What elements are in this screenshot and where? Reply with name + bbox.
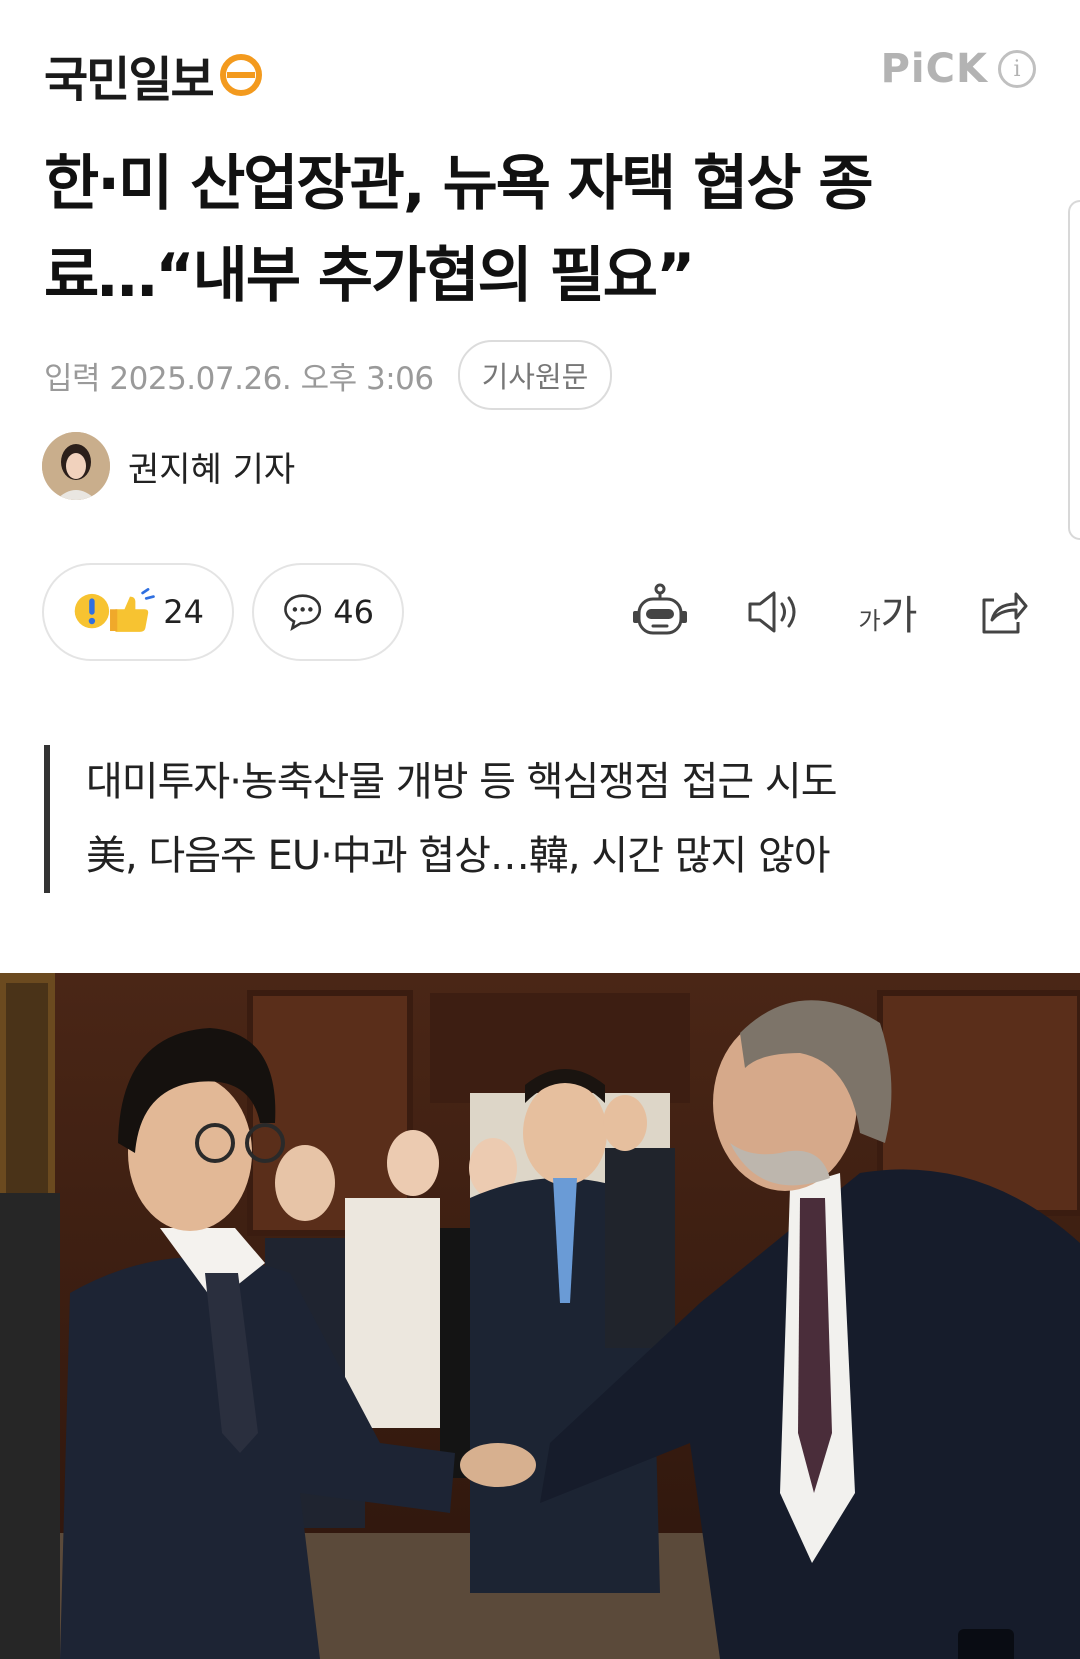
ai-summary-button[interactable] bbox=[626, 578, 694, 646]
pick-badge[interactable]: PiCK i bbox=[881, 46, 1036, 92]
original-article-button[interactable]: 기사원문 bbox=[457, 340, 613, 410]
logo-mark-icon bbox=[219, 54, 262, 96]
ai-robot-icon bbox=[633, 583, 687, 635]
article-title: 한·미 산업장관, 뉴욕 자택 협상 종료…“내부 추가협의 필요” bbox=[44, 149, 874, 311]
reaction-count: 24 bbox=[163, 593, 204, 631]
reporter-name: 권지혜 기자 bbox=[128, 449, 296, 490]
comment-icon bbox=[284, 594, 322, 632]
info-icon[interactable]: i bbox=[998, 50, 1036, 88]
reaction-icon bbox=[74, 588, 155, 632]
reaction-bar: 24 46 bbox=[42, 563, 404, 661]
summary-line: 美, 다음주 EU·中과 협상…韓, 시간 많지 않아 bbox=[86, 833, 831, 879]
comment-count: 46 bbox=[333, 593, 374, 631]
font-size-icon: 가가 bbox=[858, 593, 918, 639]
text-to-speech-button[interactable] bbox=[740, 578, 808, 646]
reaction-button[interactable]: 24 bbox=[42, 563, 234, 661]
article-tools: 가가 bbox=[580, 578, 1036, 646]
summary-line: 대미투자·농축산물 개방 등 핵심쟁점 접근 시도 bbox=[86, 759, 837, 805]
scroll-indicator[interactable] bbox=[1068, 200, 1080, 540]
font-size-button[interactable]: 가가 bbox=[854, 578, 922, 646]
reporter[interactable]: 권지혜 기자 bbox=[42, 432, 295, 500]
article-summary: 대미투자·농축산물 개방 등 핵심쟁점 접근 시도 美, 다음주 EU·中과 협… bbox=[44, 745, 837, 893]
share-icon bbox=[982, 592, 1028, 634]
logo[interactable]: 국민일보 bbox=[44, 40, 263, 110]
avatar bbox=[42, 432, 110, 500]
comment-button[interactable]: 46 bbox=[252, 563, 404, 661]
share-button[interactable] bbox=[968, 578, 1036, 646]
header: 국민일보 PiCK i bbox=[0, 0, 1080, 140]
pick-label: PiCK bbox=[880, 46, 988, 92]
publish-date: 입력 2025.07.26. 오후 3:06 bbox=[44, 360, 434, 397]
expand-icon[interactable] bbox=[958, 1629, 1014, 1659]
speaker-icon bbox=[748, 591, 796, 633]
logo-text: 국민일보 bbox=[44, 52, 215, 108]
article-meta: 입력 2025.07.26. 오후 3:06 기사원문 bbox=[44, 340, 613, 410]
article-photo[interactable] bbox=[0, 973, 1080, 1659]
